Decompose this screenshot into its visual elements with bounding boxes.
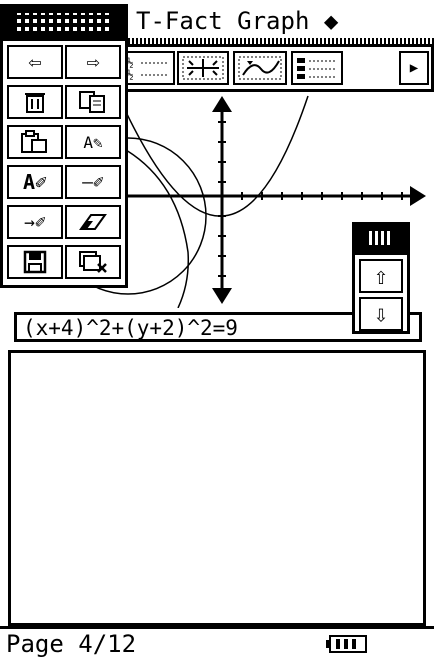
clear-all-button[interactable] — [65, 245, 121, 279]
app-title[interactable]: T-Fact Graph ◆ — [136, 8, 338, 34]
page-indicator: Page 4/12 — [6, 630, 137, 658]
save-button[interactable] — [7, 245, 63, 279]
list-icon — [297, 58, 337, 79]
arrow-tool-icon: →✐ — [24, 211, 46, 233]
toolbar-scroll-right-button[interactable]: ▶ — [399, 51, 429, 85]
y-axis-arrow-icon — [212, 96, 232, 112]
eraser-button[interactable] — [65, 205, 121, 239]
undo-icon: ⇦ — [28, 49, 42, 75]
line-tool-icon: —✐ — [82, 171, 104, 193]
move-panel: ⇧ ⇩ — [352, 222, 410, 334]
title-bar: T-Fact Graph ◆ — [0, 0, 434, 44]
paste-button[interactable] — [7, 125, 63, 159]
menu-dots-icon — [17, 13, 113, 31]
app-title-label: T-Fact Graph — [136, 7, 310, 35]
arrow-tool-button[interactable]: →✐ — [7, 205, 63, 239]
text-tool-icon: A✐ — [22, 170, 48, 194]
redo-icon: ⇨ — [86, 49, 100, 75]
edit-text-icon: A✎ — [83, 132, 103, 152]
expression-text: (x+4)^2+(y+2)^2=9 — [23, 316, 238, 340]
y-axis-down-arrow-icon — [212, 288, 232, 304]
dropdown-diamond-icon[interactable]: ◆ — [324, 7, 338, 35]
work-area[interactable] — [8, 350, 426, 626]
move-down-button[interactable]: ⇩ — [359, 297, 403, 331]
edit-text-button[interactable]: A✎ — [65, 125, 121, 159]
toolbar-fraction-button[interactable]: ½ ½ — [121, 51, 175, 85]
paste-icon — [21, 130, 47, 153]
text-tool-button[interactable]: A✐ — [7, 165, 63, 199]
up-arrow-icon: ⇧ — [373, 262, 389, 290]
x-axis-arrow-icon — [410, 186, 426, 206]
line-tool-button[interactable]: —✐ — [65, 165, 121, 199]
parabola-curve — [125, 95, 309, 217]
down-arrow-icon: ⇩ — [373, 300, 389, 328]
fraction-icon: ½ ½ — [127, 56, 169, 81]
panel-dots-icon — [369, 231, 391, 245]
copy-button[interactable] — [65, 85, 121, 119]
move-panel-header[interactable] — [355, 225, 407, 255]
edit-palette: ⇦ ⇨ A✎ A✐ —✐ →✐ — [0, 38, 128, 288]
toolbar-fit-button[interactable] — [177, 51, 229, 85]
fit-graph-icon — [182, 56, 224, 80]
save-icon — [23, 250, 47, 274]
eraser-icon — [79, 214, 107, 230]
status-bar: Page 4/12 — [0, 626, 434, 658]
clear-all-icon — [79, 251, 107, 273]
main-menu-button[interactable] — [0, 4, 128, 38]
redo-button[interactable]: ⇨ — [65, 45, 121, 79]
scroll-right-icon: ▶ — [409, 59, 419, 76]
undo-button[interactable]: ⇦ — [7, 45, 63, 79]
trace-graph-icon — [238, 56, 282, 80]
copy-icon — [79, 91, 105, 113]
delete-icon — [25, 93, 45, 113]
move-up-button[interactable]: ⇧ — [359, 259, 403, 293]
battery-icon — [326, 635, 367, 653]
toolbar-trace-button[interactable] — [233, 51, 287, 85]
toolbar-list-button[interactable] — [291, 51, 343, 85]
delete-button[interactable] — [7, 85, 63, 119]
